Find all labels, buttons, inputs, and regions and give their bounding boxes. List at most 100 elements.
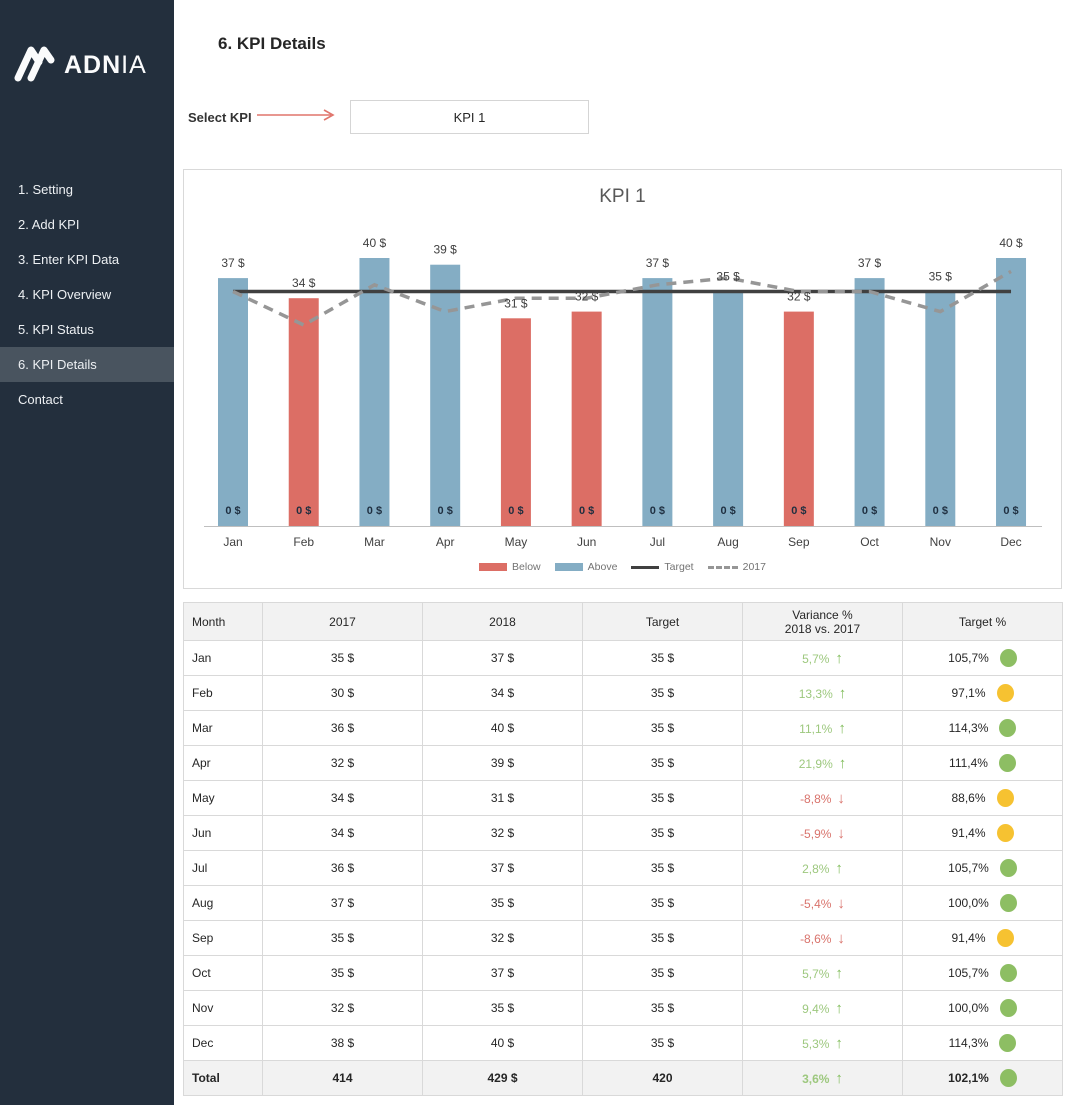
column-header-target-: Target % <box>903 603 1063 641</box>
x-tick-label: Nov <box>930 535 951 549</box>
bar-value-label: 31 $ <box>504 296 528 310</box>
cell-variance: 11,1%↑ <box>743 711 903 746</box>
cell-2017: 38 $ <box>263 1026 423 1061</box>
table-total-row: Total414429 $4203,6%↑102,1% <box>184 1061 1063 1096</box>
cell-2018: 37 $ <box>423 641 583 676</box>
column-header-2017: 2017 <box>263 603 423 641</box>
bar-base-label: 0 $ <box>650 505 665 517</box>
cell-2018: 429 $ <box>423 1061 583 1096</box>
bar-Oct <box>855 278 885 526</box>
cell-2018: 35 $ <box>423 991 583 1026</box>
cell-month: Apr <box>184 746 263 781</box>
kpi-chart-plot: 37 $0 $Jan34 $0 $Feb40 $0 $Mar39 $0 $Apr… <box>184 226 1061 556</box>
target-pct-wrap: 105,7% <box>948 859 1017 877</box>
status-yellow-icon <box>997 824 1014 842</box>
trend-up-icon: ↑ <box>838 720 846 737</box>
x-tick-label: Mar <box>364 535 385 549</box>
x-tick-label: Jun <box>577 535 596 549</box>
cell-variance: 2,8%↑ <box>743 851 903 886</box>
target-pct-wrap: 97,1% <box>951 684 1013 702</box>
bar-Jan <box>218 278 248 526</box>
target-pct-value: 105,7% <box>948 861 989 875</box>
cell-target-pct: 105,7% <box>903 641 1063 676</box>
target-pct-wrap: 114,3% <box>949 1034 1017 1052</box>
x-tick-label: Dec <box>1000 535 1021 549</box>
cell-variance: 5,7%↑ <box>743 641 903 676</box>
target-pct-value: 91,4% <box>951 931 985 945</box>
sidebar-item-add-kpi[interactable]: 2. Add KPI <box>0 207 174 242</box>
cell-target-pct: 97,1% <box>903 676 1063 711</box>
variance-value: 9,4%↑ <box>802 1002 843 1016</box>
kpi-select-dropdown[interactable]: KPI 1 <box>350 100 589 134</box>
bar-value-label: 37 $ <box>646 256 670 270</box>
cell-month: May <box>184 781 263 816</box>
trend-up-icon: ↑ <box>835 1035 843 1052</box>
sidebar-item-kpi-details[interactable]: 6. KPI Details <box>0 347 174 382</box>
legend-item-above: Above <box>555 561 618 573</box>
bar-Aug <box>713 292 743 527</box>
cell-2017: 30 $ <box>263 676 423 711</box>
cell-month: Jan <box>184 641 263 676</box>
bar-Sep <box>784 312 814 526</box>
bar-base-label: 0 $ <box>508 505 523 517</box>
trend-down-icon: ↓ <box>837 930 845 947</box>
cell-2017: 414 <box>263 1061 423 1096</box>
target-pct-wrap: 88,6% <box>951 789 1013 807</box>
cell-target-pct: 105,7% <box>903 956 1063 991</box>
cell-2018: 32 $ <box>423 921 583 956</box>
cell-month: Dec <box>184 1026 263 1061</box>
cell-target-pct: 111,4% <box>903 746 1063 781</box>
target-pct-wrap: 91,4% <box>951 824 1013 842</box>
status-green-icon <box>1000 999 1017 1017</box>
target-pct-wrap: 91,4% <box>951 929 1013 947</box>
cell-variance: 5,3%↑ <box>743 1026 903 1061</box>
status-yellow-icon <box>997 789 1014 807</box>
cell-target: 35 $ <box>583 641 743 676</box>
variance-value: 2,8%↑ <box>802 862 843 876</box>
sidebar-item-contact[interactable]: Contact <box>0 382 174 417</box>
bar-base-label: 0 $ <box>438 505 453 517</box>
sidebar-item-kpi-status[interactable]: 5. KPI Status <box>0 312 174 347</box>
sidebar-item-setting[interactable]: 1. Setting <box>0 172 174 207</box>
cell-2017: 36 $ <box>263 851 423 886</box>
bar-value-label: 32 $ <box>575 290 599 304</box>
table-body: Jan35 $37 $35 $5,7%↑105,7%Feb30 $34 $35 … <box>184 641 1063 1096</box>
brand-name-bold: ADN <box>64 51 121 79</box>
variance-value: -8,6%↓ <box>800 932 845 946</box>
bar-value-label: 37 $ <box>858 256 882 270</box>
column-header-target: Target <box>583 603 743 641</box>
table-row: Sep35 $32 $35 $-8,6%↓91,4% <box>184 921 1063 956</box>
bar-Dec <box>996 258 1026 526</box>
kpi-chart-panel: KPI 1 37 $0 $Jan34 $0 $Feb40 $0 $Mar39 $… <box>183 169 1062 589</box>
table-row: Jan35 $37 $35 $5,7%↑105,7% <box>184 641 1063 676</box>
bar-value-label: 35 $ <box>716 270 740 284</box>
cell-variance: 9,4%↑ <box>743 991 903 1026</box>
cell-2017: 37 $ <box>263 886 423 921</box>
sidebar-item-enter-kpi-data[interactable]: 3. Enter KPI Data <box>0 242 174 277</box>
cell-variance: -5,4%↓ <box>743 886 903 921</box>
cell-target: 35 $ <box>583 1026 743 1061</box>
status-green-icon <box>1000 859 1017 877</box>
table-row: Nov32 $35 $35 $9,4%↑100,0% <box>184 991 1063 1026</box>
cell-2017: 32 $ <box>263 991 423 1026</box>
target-pct-value: 105,7% <box>948 966 989 980</box>
bar-Jul <box>642 278 672 526</box>
target-pct-value: 102,1% <box>948 1071 989 1085</box>
trend-up-icon: ↑ <box>839 755 847 772</box>
cell-2017: 35 $ <box>263 641 423 676</box>
sidebar-item-kpi-overview[interactable]: 4. KPI Overview <box>0 277 174 312</box>
column-header-2018: 2018 <box>423 603 583 641</box>
target-pct-wrap: 114,3% <box>949 719 1017 737</box>
cell-2018: 39 $ <box>423 746 583 781</box>
select-kpi-label: Select KPI <box>188 110 255 125</box>
cell-target: 35 $ <box>583 781 743 816</box>
cell-target-pct: 114,3% <box>903 1026 1063 1061</box>
bar-base-label: 0 $ <box>720 505 735 517</box>
cell-month: Mar <box>184 711 263 746</box>
cell-2018: 37 $ <box>423 956 583 991</box>
legend-swatch-solid-line-icon <box>631 566 659 569</box>
column-header-variance-: Variance %2018 vs. 2017 <box>743 603 903 641</box>
table-row: Jul36 $37 $35 $2,8%↑105,7% <box>184 851 1063 886</box>
legend-label: Above <box>588 561 618 573</box>
cell-2017: 35 $ <box>263 956 423 991</box>
